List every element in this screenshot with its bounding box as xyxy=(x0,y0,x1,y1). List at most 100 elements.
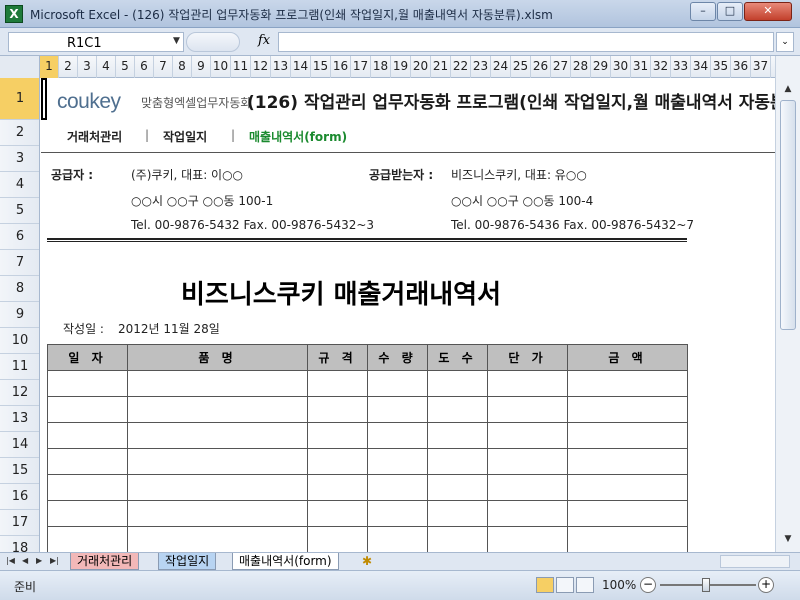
row-header[interactable]: 14 xyxy=(0,432,39,458)
normal-view-icon[interactable] xyxy=(536,577,554,593)
maximize-button[interactable]: □ xyxy=(717,2,743,21)
nav-link-sales-statement[interactable]: 매출내역서(form) xyxy=(249,128,347,145)
row-header[interactable]: 10 xyxy=(0,328,39,354)
page-break-view-icon[interactable] xyxy=(576,577,594,593)
column-header[interactable]: 24 xyxy=(491,56,511,78)
minimize-button[interactable]: – xyxy=(690,2,716,21)
column-header[interactable]: 35 xyxy=(711,56,731,78)
row-header[interactable]: 15 xyxy=(0,458,39,484)
vertical-scrollbar[interactable]: ▲ ▼ xyxy=(775,56,800,552)
page-layout-view-icon[interactable] xyxy=(556,577,574,593)
table-cell[interactable] xyxy=(487,396,568,423)
table-cell[interactable] xyxy=(367,396,428,423)
table-cell[interactable] xyxy=(367,422,428,449)
table-cell[interactable] xyxy=(307,474,368,501)
table-cell[interactable] xyxy=(427,500,488,527)
row-header[interactable]: 16 xyxy=(0,484,39,510)
column-header[interactable]: 2 xyxy=(59,56,78,78)
tab-sales-statement[interactable]: 매출내역서(form) xyxy=(232,553,339,570)
table-cell[interactable] xyxy=(127,474,308,501)
table-cell[interactable] xyxy=(307,448,368,475)
formula-expand-handle[interactable] xyxy=(186,32,240,52)
column-header[interactable]: 30 xyxy=(611,56,631,78)
column-header[interactable]: 6 xyxy=(135,56,154,78)
column-header[interactable]: 28 xyxy=(571,56,591,78)
table-cell[interactable] xyxy=(47,526,128,552)
column-header[interactable]: 29 xyxy=(591,56,611,78)
column-header[interactable]: 32 xyxy=(651,56,671,78)
prev-sheet-icon[interactable]: ◀ xyxy=(22,556,28,565)
column-header[interactable]: 1 xyxy=(40,56,59,78)
column-header[interactable]: 27 xyxy=(551,56,571,78)
zoom-in-icon[interactable]: + xyxy=(758,577,774,593)
table-cell[interactable] xyxy=(487,422,568,449)
table-cell[interactable] xyxy=(567,422,688,449)
table-cell[interactable] xyxy=(367,500,428,527)
column-header[interactable]: 19 xyxy=(391,56,411,78)
row-header[interactable]: 3 xyxy=(0,146,39,172)
tab-client-management[interactable]: 거래처관리 xyxy=(70,553,140,570)
table-cell[interactable] xyxy=(367,370,428,397)
horizontal-scrollbar[interactable] xyxy=(720,555,790,568)
formula-bar-expand-button[interactable]: ⌄ xyxy=(776,32,794,52)
table-cell[interactable] xyxy=(487,474,568,501)
column-header[interactable]: 34 xyxy=(691,56,711,78)
column-header[interactable]: 15 xyxy=(311,56,331,78)
table-cell[interactable] xyxy=(47,500,128,527)
table-cell[interactable] xyxy=(47,396,128,423)
scrollbar-thumb[interactable] xyxy=(780,100,796,330)
table-cell[interactable] xyxy=(567,474,688,501)
insert-sheet-icon[interactable]: ✱ xyxy=(362,554,372,568)
next-sheet-icon[interactable]: ▶ xyxy=(36,556,42,565)
column-header[interactable]: 26 xyxy=(531,56,551,78)
column-header[interactable]: 23 xyxy=(471,56,491,78)
nav-link-client-management[interactable]: 거래처관리 xyxy=(67,128,122,145)
column-header[interactable]: 33 xyxy=(671,56,691,78)
table-cell[interactable] xyxy=(427,370,488,397)
table-cell[interactable] xyxy=(127,370,308,397)
table-cell[interactable] xyxy=(427,526,488,552)
table-cell[interactable] xyxy=(487,448,568,475)
column-header[interactable]: 22 xyxy=(451,56,471,78)
table-cell[interactable] xyxy=(47,474,128,501)
scroll-down-icon[interactable]: ▼ xyxy=(779,530,797,548)
zoom-level[interactable]: 100% xyxy=(602,578,636,592)
worksheet-grid[interactable]: coukey 맞춤형엑셀업무자동화 (126) 작업관리 업무자동화 프로그램(… xyxy=(41,78,775,552)
tab-work-log[interactable]: 작업일지 xyxy=(158,553,217,570)
table-cell[interactable] xyxy=(567,500,688,527)
row-header[interactable]: 8 xyxy=(0,276,39,302)
zoom-slider-thumb[interactable] xyxy=(702,578,710,592)
table-cell[interactable] xyxy=(47,448,128,475)
row-header[interactable]: 13 xyxy=(0,406,39,432)
row-header[interactable]: 12 xyxy=(0,380,39,406)
table-cell[interactable] xyxy=(127,500,308,527)
table-cell[interactable] xyxy=(427,474,488,501)
excel-app-icon[interactable]: X xyxy=(5,5,23,23)
row-header[interactable]: 9 xyxy=(0,302,39,328)
column-header[interactable]: 20 xyxy=(411,56,431,78)
table-cell[interactable] xyxy=(47,370,128,397)
column-header[interactable]: 37 xyxy=(751,56,771,78)
table-cell[interactable] xyxy=(127,526,308,552)
column-header[interactable]: 7 xyxy=(154,56,173,78)
table-cell[interactable] xyxy=(47,422,128,449)
table-cell[interactable] xyxy=(127,448,308,475)
table-cell[interactable] xyxy=(567,396,688,423)
table-cell[interactable] xyxy=(307,422,368,449)
table-cell[interactable] xyxy=(307,526,368,552)
column-header[interactable]: 10 xyxy=(211,56,231,78)
scroll-up-icon[interactable]: ▲ xyxy=(779,80,797,98)
row-header[interactable]: 11 xyxy=(0,354,39,380)
zoom-out-icon[interactable]: − xyxy=(640,577,656,593)
column-header[interactable]: 11 xyxy=(231,56,251,78)
table-cell[interactable] xyxy=(487,500,568,527)
row-header[interactable]: 5 xyxy=(0,198,39,224)
column-header[interactable]: 18 xyxy=(371,56,391,78)
column-header[interactable]: 3 xyxy=(78,56,97,78)
table-cell[interactable] xyxy=(367,448,428,475)
chevron-down-icon[interactable]: ▼ xyxy=(173,36,180,46)
insert-function-icon[interactable]: fx xyxy=(258,33,270,48)
row-header[interactable]: 6 xyxy=(0,224,39,250)
table-cell[interactable] xyxy=(487,526,568,552)
column-header[interactable]: 13 xyxy=(271,56,291,78)
